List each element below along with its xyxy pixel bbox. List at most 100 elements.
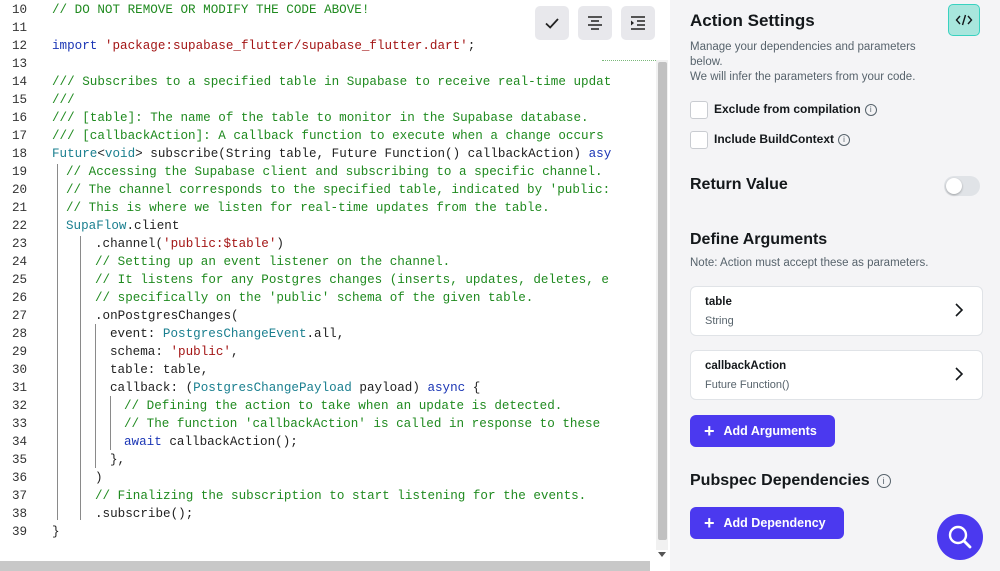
line-number: 37 [12, 489, 28, 503]
line-number: 26 [12, 291, 28, 305]
search-fab-button[interactable] [937, 514, 983, 560]
chevron-right-icon [955, 367, 964, 381]
code-line: // This is where we listen for real-time… [66, 201, 550, 215]
pubspec-dependencies-title: Pubspec Dependencies i [690, 472, 891, 490]
code-line: // Accessing the Supabase client and sub… [66, 165, 603, 179]
line-number: 16 [12, 111, 28, 125]
line-number: 30 [12, 363, 28, 377]
argument-name: callbackAction [705, 360, 787, 372]
code-line: schema: 'public', [110, 345, 239, 359]
code-editor[interactable]: 10 11 12 13 14 15 16 17 18 19 20 21 22 23 24 25 26 27 28 29… [0, 0, 670, 571]
line-number: 29 [12, 345, 28, 359]
action-settings-panel: Action Settings Manage your dependencies… [670, 0, 1000, 571]
info-icon[interactable]: i [864, 103, 877, 116]
code-line: // The channel corresponds to the specif… [66, 183, 611, 197]
vertical-scrollbar-thumb[interactable] [658, 62, 667, 540]
return-value-toggle[interactable] [944, 176, 980, 196]
toggle-knob [946, 178, 962, 194]
include-buildcontext-checkbox[interactable] [690, 131, 708, 149]
code-line: // DO NOT REMOVE OR MODIFY THE CODE ABOV… [52, 3, 370, 17]
format-code-button[interactable] [578, 6, 612, 40]
line-number: 14 [12, 75, 28, 89]
code-line: // It listens for any Postgres changes (… [95, 273, 609, 287]
line-number: 17 [12, 129, 28, 143]
panel-description-infer: We will infer the parameters from your c… [690, 71, 916, 83]
plus-icon: + [704, 421, 715, 441]
indent-guide [57, 164, 58, 520]
line-number: 34 [12, 435, 28, 449]
argument-card-callbackaction[interactable]: callbackAction Future Function() [690, 350, 983, 400]
code-view-button[interactable] [948, 4, 980, 36]
minimap [602, 60, 656, 64]
exclude-compilation-label: Exclude from compilation i [714, 102, 877, 116]
line-number: 12 [12, 39, 28, 53]
line-number: 28 [12, 327, 28, 341]
search-icon [948, 525, 972, 549]
code-line: /// [callbackAction]: A callback functio… [52, 129, 604, 143]
line-number: 15 [12, 93, 28, 107]
argument-name: table [705, 296, 732, 308]
line-number: 19 [12, 165, 28, 179]
code-line: // Finalizing the subscription to start … [95, 489, 587, 503]
line-number: 27 [12, 309, 28, 323]
argument-type: Future Function() [705, 379, 790, 391]
code-line: .channel('public:$table') [95, 237, 284, 251]
horizontal-scrollbar[interactable] [0, 561, 650, 571]
argument-type: String [705, 315, 734, 327]
checkmark-icon [545, 18, 559, 29]
code-line: SupaFlow.client [66, 219, 180, 233]
confirm-button[interactable] [535, 6, 569, 40]
line-number: 25 [12, 273, 28, 287]
line-number: 32 [12, 399, 28, 413]
code-line: } [52, 525, 60, 539]
plus-icon: + [704, 513, 715, 533]
code-line: Future<void> subscribe(String table, Fut… [52, 147, 612, 161]
chevron-right-icon [955, 303, 964, 317]
code-line: /// [table]: The name of the table to mo… [52, 111, 589, 125]
align-center-icon [588, 16, 602, 30]
scroll-down-icon[interactable] [658, 552, 666, 558]
panel-description: Manage your dependencies and parameters … [690, 41, 916, 68]
add-arguments-button[interactable]: + Add Arguments [690, 415, 835, 447]
code-line: callback: (PostgresChangePayload payload… [110, 381, 481, 395]
exclude-compilation-checkbox[interactable] [690, 101, 708, 119]
line-number: 38 [12, 507, 28, 521]
include-buildcontext-label: Include BuildContext i [714, 132, 850, 146]
code-brackets-icon [955, 14, 973, 26]
define-arguments-title: Define Arguments [690, 231, 828, 248]
code-line: // specifically on the 'public' schema o… [95, 291, 534, 305]
line-number: 23 [12, 237, 28, 251]
add-dependency-button[interactable]: + Add Dependency [690, 507, 844, 539]
indent-guide [80, 236, 81, 520]
line-number: 10 [12, 3, 28, 17]
return-value-title: Return Value [690, 176, 788, 193]
code-line: table: table, [110, 363, 209, 377]
line-number: 31 [12, 381, 28, 395]
line-number: 35 [12, 453, 28, 467]
line-number: 11 [12, 21, 28, 35]
argument-card-table[interactable]: table String [690, 286, 983, 336]
line-number: 24 [12, 255, 28, 269]
code-line: // Setting up an event listener on the c… [95, 255, 451, 269]
indent-icon [631, 16, 645, 30]
line-number: 21 [12, 201, 28, 215]
line-number: 20 [12, 183, 28, 197]
code-line: import 'package:supabase_flutter/supabas… [52, 39, 476, 53]
info-icon[interactable]: i [838, 133, 850, 146]
indent-guide [95, 324, 96, 468]
indent-button[interactable] [621, 6, 655, 40]
code-line: // Defining the action to take when an u… [124, 399, 563, 413]
line-number: 36 [12, 471, 28, 485]
code-line: event: PostgresChangeEvent.all, [110, 327, 345, 341]
code-line: /// [52, 93, 75, 107]
code-line: }, [110, 453, 126, 467]
line-number: 33 [12, 417, 28, 431]
line-number: 18 [12, 147, 28, 161]
code-line: ) [95, 471, 103, 485]
info-icon[interactable]: i [876, 473, 891, 488]
code-line: .onPostgresChanges( [95, 309, 239, 323]
code-line: // The function 'callbackAction' is call… [124, 417, 601, 431]
code-line: await callbackAction(); [124, 435, 298, 449]
arguments-note: Note: Action must accept these as parame… [690, 257, 929, 269]
line-number: 22 [12, 219, 28, 233]
